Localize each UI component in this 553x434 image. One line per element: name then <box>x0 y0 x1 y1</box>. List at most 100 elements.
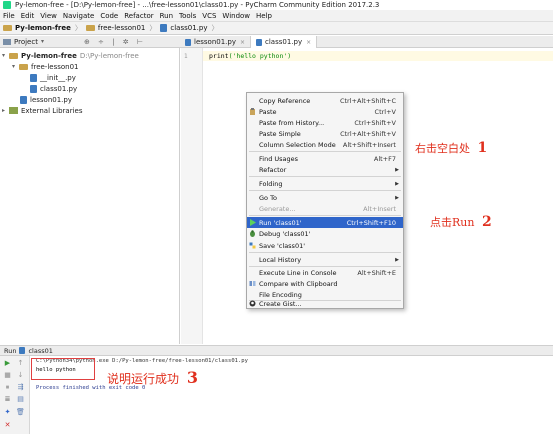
tree-node-root[interactable]: ▾ Py-lemon-free D:\Py-lemon-free <box>2 50 139 61</box>
menu-code[interactable]: Code <box>100 12 118 20</box>
menu-item-create-gist[interactable]: Create Gist... <box>247 298 403 309</box>
close-icon[interactable]: ✕ <box>3 421 12 430</box>
menu-item-copy-reference[interactable]: Copy Reference Ctrl+Alt+Shift+C <box>247 95 403 106</box>
python-file-icon <box>30 73 37 82</box>
menu-item-compare-with-clipboard[interactable]: Compare with Clipboard <box>247 278 403 289</box>
python-file-icon <box>30 84 37 93</box>
menu-item-execute-line-in-console[interactable]: Execute Line in Console Alt+Shift+E <box>247 267 403 278</box>
menu-item-label: Create Gist... <box>259 299 302 308</box>
menu-item-find-usages[interactable]: Find Usages Alt+F7 <box>247 153 403 164</box>
code-line-1[interactable]: print('hello python') <box>209 52 291 60</box>
menu-item-label: Copy Reference <box>259 96 311 105</box>
code-string: ('hello python') <box>228 52 292 60</box>
run-icon <box>250 219 256 226</box>
run-panel-header: Run class01 <box>0 345 553 356</box>
output-highlight-box <box>31 358 95 380</box>
chevron-down-icon[interactable]: ▾ <box>41 38 44 45</box>
python-file-icon <box>185 38 191 46</box>
tree-node-class01[interactable]: class01.py <box>30 83 77 94</box>
menu-separator <box>249 176 401 177</box>
menu-item-paste-from-history[interactable]: Paste from History... Ctrl+Shift+V <box>247 117 403 128</box>
menu-separator <box>249 151 401 152</box>
menu-item-label: Save 'class01' <box>259 241 306 250</box>
menu-item-label: Paste <box>259 107 277 116</box>
menu-item-local-history[interactable]: Local History ▶ <box>247 254 403 265</box>
menu-item-generate[interactable]: Generate... Alt+Insert <box>247 203 403 214</box>
menu-separator <box>249 215 401 216</box>
run-toolbar: ▶ ↑ ■ ↓ ⏸ ⇶ ≣ ▤ ✦ 🗑 ✕ <box>0 356 30 434</box>
rerun-icon[interactable]: ▶ <box>3 359 12 368</box>
breadcrumb-folder-label: free-lesson01 <box>97 24 146 32</box>
menu-item-label: Paste from History... <box>259 118 325 127</box>
menu-run[interactable]: Run <box>160 12 173 20</box>
run-config-tab[interactable]: class01 <box>28 347 52 355</box>
menu-item-label: Execute Line in Console <box>259 268 337 277</box>
chevron-down-icon[interactable]: ▾ <box>2 52 9 59</box>
menu-item-debug-class01[interactable]: Debug 'class01' <box>247 228 403 239</box>
menu-item-label: Compare with Clipboard <box>259 279 338 288</box>
window-title-bar: Py-lemon-free - [D:\Py-lemon-free] - ...… <box>0 0 553 10</box>
menu-file[interactable]: File <box>3 12 15 20</box>
menu-window[interactable]: Window <box>222 12 250 20</box>
soft-wrap-icon[interactable]: ⇶ <box>16 383 25 392</box>
python-save-icon <box>249 242 256 249</box>
stop-icon[interactable]: ■ <box>3 371 12 380</box>
menu-view[interactable]: View <box>40 12 57 20</box>
menu-edit[interactable]: Edit <box>21 12 35 20</box>
menu-item-paste[interactable]: Paste Ctrl+V <box>247 106 403 117</box>
tree-node-free-lesson01[interactable]: ▾ free-lesson01 <box>12 61 79 72</box>
menu-tools[interactable]: Tools <box>179 12 196 20</box>
scroll-down-icon[interactable]: ↓ <box>16 371 25 380</box>
annotation-number: 2 <box>481 214 492 230</box>
tab-class01[interactable]: class01.py × <box>251 36 318 48</box>
chevron-down-icon[interactable]: ▾ <box>12 63 19 70</box>
clear-icon[interactable]: 🗑 <box>16 408 25 417</box>
menu-navigate[interactable]: Navigate <box>63 12 94 20</box>
pin-icon[interactable]: ✦ <box>3 408 12 417</box>
menu-help[interactable]: Help <box>256 12 272 20</box>
dump-threads-icon[interactable]: ≣ <box>3 395 12 404</box>
menu-bar: File Edit View Navigate Code Refactor Ru… <box>0 10 553 22</box>
menu-item-shortcut: Ctrl+Alt+Shift+C <box>339 96 396 105</box>
menu-item-refactor[interactable]: Refactor ▶ <box>247 164 403 175</box>
menu-item-shortcut: Alt+Insert <box>363 204 396 213</box>
menu-item-save-class01[interactable]: Save 'class01' <box>247 240 403 251</box>
breadcrumb-file[interactable]: class01.py <box>160 24 207 32</box>
chevron-right-icon[interactable]: ▸ <box>2 107 9 114</box>
menu-item-go-to[interactable]: Go To ▶ <box>247 192 403 203</box>
project-view-selector[interactable]: Project <box>14 38 38 46</box>
menu-item-folding[interactable]: Folding ▶ <box>247 178 403 189</box>
menu-item-paste-simple[interactable]: Paste Simple Ctrl+Alt+Shift+V <box>247 128 403 139</box>
tree-node-label: free-lesson01 <box>31 62 79 71</box>
close-icon[interactable]: × <box>240 39 245 46</box>
menu-refactor[interactable]: Refactor <box>124 12 153 20</box>
menu-item-column-selection-mode[interactable]: Column Selection Mode Alt+Shift+Insert <box>247 139 403 150</box>
pause-icon[interactable]: ⏸ <box>3 383 12 392</box>
menu-item-run-class01[interactable]: Run 'class01' Ctrl+Shift+F10 <box>247 217 403 228</box>
scroll-up-icon[interactable]: ↑ <box>16 359 25 368</box>
submenu-arrow-icon: ▶ <box>395 194 399 201</box>
tree-node-label: class01.py <box>40 84 78 93</box>
print-icon[interactable]: ▤ <box>16 395 25 404</box>
menu-vcs[interactable]: VCS <box>202 12 216 20</box>
menu-item-label: Local History <box>259 255 302 264</box>
folder-icon <box>85 25 95 31</box>
python-file-icon <box>19 347 26 354</box>
tree-node-lesson01[interactable]: lesson01.py <box>20 94 72 105</box>
chevron-right-icon: 〉 <box>149 24 157 32</box>
close-icon[interactable]: × <box>306 39 311 46</box>
breadcrumb-project[interactable]: Py-lemon-free <box>3 24 71 32</box>
chevron-right-icon: 〉 <box>74 24 82 32</box>
project-panel-tools[interactable]: ⊕ ÷ | ✲ ⊢ <box>84 38 146 46</box>
annotation-success: 说明运行成功 3 <box>107 368 198 387</box>
annotation-number: 3 <box>186 368 198 387</box>
tab-lesson01[interactable]: lesson01.py × <box>180 36 252 48</box>
tree-node-init[interactable]: __init__.py <box>30 72 76 83</box>
menu-item-label: Generate... <box>259 204 296 213</box>
project-panel-header: Project ▾ ⊕ ÷ | ✲ ⊢ <box>0 36 180 48</box>
tree-node-external-libraries[interactable]: ▸ External Libraries <box>2 105 83 116</box>
breadcrumb-folder[interactable]: free-lesson01 <box>85 24 146 32</box>
pycharm-logo-icon <box>3 1 11 9</box>
python-file-icon <box>160 24 168 32</box>
tree-node-label: External Libraries <box>21 106 83 115</box>
